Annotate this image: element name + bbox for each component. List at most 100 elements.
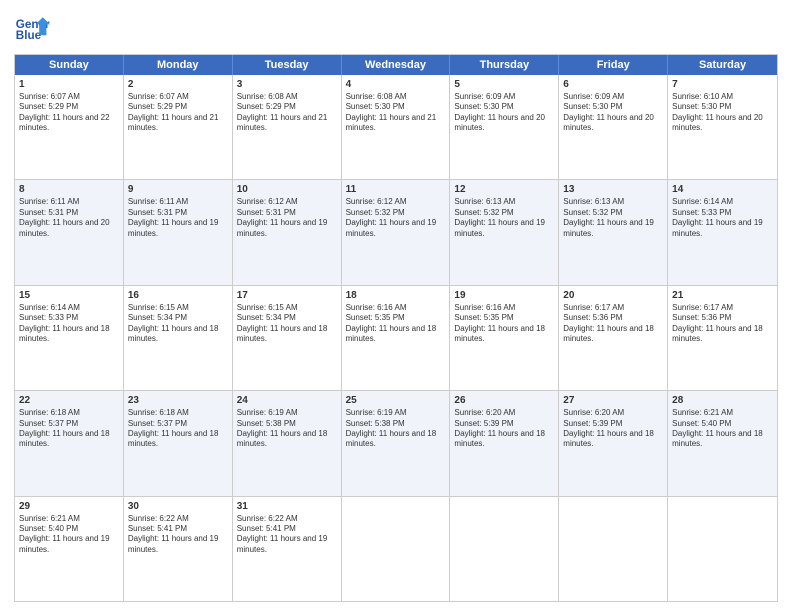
calendar-cell: 2 Sunrise: 6:07 AM Sunset: 5:29 PM Dayli… (124, 75, 233, 179)
day-number: 12 (454, 183, 554, 196)
cell-sunrise: Sunrise: 6:22 AM (237, 514, 337, 524)
day-number: 18 (346, 289, 446, 302)
calendar-day-header: Wednesday (342, 55, 451, 75)
cell-sunrise: Sunrise: 6:08 AM (237, 92, 337, 102)
cell-daylight: Daylight: 11 hours and 20 minutes. (563, 113, 663, 134)
calendar-cell: 14 Sunrise: 6:14 AM Sunset: 5:33 PM Dayl… (668, 180, 777, 284)
cell-daylight: Daylight: 11 hours and 18 minutes. (346, 324, 446, 345)
cell-sunrise: Sunrise: 6:14 AM (19, 303, 119, 313)
cell-sunrise: Sunrise: 6:07 AM (19, 92, 119, 102)
calendar-cell: 29 Sunrise: 6:21 AM Sunset: 5:40 PM Dayl… (15, 497, 124, 601)
cell-sunrise: Sunrise: 6:15 AM (237, 303, 337, 313)
cell-sunset: Sunset: 5:32 PM (454, 208, 554, 218)
cell-sunset: Sunset: 5:41 PM (128, 524, 228, 534)
day-number: 6 (563, 78, 663, 91)
cell-daylight: Daylight: 11 hours and 18 minutes. (19, 324, 119, 345)
cell-sunrise: Sunrise: 6:14 AM (672, 197, 773, 207)
cell-sunset: Sunset: 5:40 PM (672, 419, 773, 429)
cell-daylight: Daylight: 11 hours and 18 minutes. (563, 429, 663, 450)
cell-sunset: Sunset: 5:38 PM (346, 419, 446, 429)
cell-sunrise: Sunrise: 6:20 AM (563, 408, 663, 418)
calendar-cell: 12 Sunrise: 6:13 AM Sunset: 5:32 PM Dayl… (450, 180, 559, 284)
cell-daylight: Daylight: 11 hours and 18 minutes. (346, 429, 446, 450)
cell-daylight: Daylight: 11 hours and 18 minutes. (128, 429, 228, 450)
cell-daylight: Daylight: 11 hours and 20 minutes. (672, 113, 773, 134)
calendar-cell: 1 Sunrise: 6:07 AM Sunset: 5:29 PM Dayli… (15, 75, 124, 179)
cell-sunset: Sunset: 5:29 PM (128, 102, 228, 112)
day-number: 31 (237, 500, 337, 513)
cell-sunset: Sunset: 5:29 PM (237, 102, 337, 112)
cell-sunset: Sunset: 5:29 PM (19, 102, 119, 112)
cell-daylight: Daylight: 11 hours and 19 minutes. (672, 218, 773, 239)
calendar-week-row: 8 Sunrise: 6:11 AM Sunset: 5:31 PM Dayli… (15, 179, 777, 284)
cell-sunset: Sunset: 5:30 PM (672, 102, 773, 112)
cell-daylight: Daylight: 11 hours and 19 minutes. (237, 534, 337, 555)
cell-sunrise: Sunrise: 6:16 AM (454, 303, 554, 313)
calendar-body: 1 Sunrise: 6:07 AM Sunset: 5:29 PM Dayli… (15, 75, 777, 601)
day-number: 20 (563, 289, 663, 302)
cell-sunset: Sunset: 5:31 PM (128, 208, 228, 218)
day-number: 9 (128, 183, 228, 196)
day-number: 29 (19, 500, 119, 513)
day-number: 4 (346, 78, 446, 91)
header: General Blue (14, 10, 778, 46)
cell-sunset: Sunset: 5:41 PM (237, 524, 337, 534)
logo: General Blue (14, 10, 50, 46)
day-number: 10 (237, 183, 337, 196)
cell-sunrise: Sunrise: 6:15 AM (128, 303, 228, 313)
calendar-week-row: 15 Sunrise: 6:14 AM Sunset: 5:33 PM Dayl… (15, 285, 777, 390)
cell-sunset: Sunset: 5:39 PM (563, 419, 663, 429)
calendar-week-row: 22 Sunrise: 6:18 AM Sunset: 5:37 PM Dayl… (15, 390, 777, 495)
day-number: 26 (454, 394, 554, 407)
day-number: 15 (19, 289, 119, 302)
cell-sunset: Sunset: 5:37 PM (128, 419, 228, 429)
calendar-cell: 18 Sunrise: 6:16 AM Sunset: 5:35 PM Dayl… (342, 286, 451, 390)
day-number: 8 (19, 183, 119, 196)
cell-daylight: Daylight: 11 hours and 19 minutes. (128, 534, 228, 555)
cell-daylight: Daylight: 11 hours and 19 minutes. (346, 218, 446, 239)
calendar-cell: 3 Sunrise: 6:08 AM Sunset: 5:29 PM Dayli… (233, 75, 342, 179)
cell-sunset: Sunset: 5:33 PM (19, 313, 119, 323)
cell-sunrise: Sunrise: 6:11 AM (128, 197, 228, 207)
cell-sunset: Sunset: 5:36 PM (672, 313, 773, 323)
calendar-cell: 4 Sunrise: 6:08 AM Sunset: 5:30 PM Dayli… (342, 75, 451, 179)
cell-sunset: Sunset: 5:30 PM (563, 102, 663, 112)
cell-sunrise: Sunrise: 6:18 AM (128, 408, 228, 418)
calendar-cell: 13 Sunrise: 6:13 AM Sunset: 5:32 PM Dayl… (559, 180, 668, 284)
cell-daylight: Daylight: 11 hours and 18 minutes. (454, 324, 554, 345)
calendar-cell: 27 Sunrise: 6:20 AM Sunset: 5:39 PM Dayl… (559, 391, 668, 495)
cell-sunrise: Sunrise: 6:12 AM (237, 197, 337, 207)
cell-sunrise: Sunrise: 6:07 AM (128, 92, 228, 102)
calendar-week-row: 29 Sunrise: 6:21 AM Sunset: 5:40 PM Dayl… (15, 496, 777, 601)
cell-sunrise: Sunrise: 6:19 AM (237, 408, 337, 418)
calendar-cell: 15 Sunrise: 6:14 AM Sunset: 5:33 PM Dayl… (15, 286, 124, 390)
cell-sunrise: Sunrise: 6:09 AM (454, 92, 554, 102)
calendar-cell (450, 497, 559, 601)
cell-sunset: Sunset: 5:38 PM (237, 419, 337, 429)
cell-daylight: Daylight: 11 hours and 19 minutes. (563, 218, 663, 239)
cell-daylight: Daylight: 11 hours and 20 minutes. (454, 113, 554, 134)
day-number: 28 (672, 394, 773, 407)
page: General Blue SundayMondayTuesdayWednesda… (0, 0, 792, 612)
cell-sunset: Sunset: 5:36 PM (563, 313, 663, 323)
cell-sunrise: Sunrise: 6:13 AM (454, 197, 554, 207)
cell-sunset: Sunset: 5:30 PM (454, 102, 554, 112)
calendar-cell: 25 Sunrise: 6:19 AM Sunset: 5:38 PM Dayl… (342, 391, 451, 495)
cell-daylight: Daylight: 11 hours and 18 minutes. (237, 429, 337, 450)
calendar-day-header: Thursday (450, 55, 559, 75)
cell-daylight: Daylight: 11 hours and 18 minutes. (672, 324, 773, 345)
cell-sunrise: Sunrise: 6:16 AM (346, 303, 446, 313)
day-number: 23 (128, 394, 228, 407)
cell-sunrise: Sunrise: 6:21 AM (672, 408, 773, 418)
calendar-cell: 24 Sunrise: 6:19 AM Sunset: 5:38 PM Dayl… (233, 391, 342, 495)
day-number: 3 (237, 78, 337, 91)
cell-daylight: Daylight: 11 hours and 18 minutes. (563, 324, 663, 345)
cell-daylight: Daylight: 11 hours and 19 minutes. (454, 218, 554, 239)
cell-sunset: Sunset: 5:34 PM (128, 313, 228, 323)
calendar-cell: 31 Sunrise: 6:22 AM Sunset: 5:41 PM Dayl… (233, 497, 342, 601)
calendar-cell: 9 Sunrise: 6:11 AM Sunset: 5:31 PM Dayli… (124, 180, 233, 284)
calendar-cell (559, 497, 668, 601)
svg-text:Blue: Blue (16, 29, 42, 42)
day-number: 1 (19, 78, 119, 91)
cell-sunset: Sunset: 5:39 PM (454, 419, 554, 429)
